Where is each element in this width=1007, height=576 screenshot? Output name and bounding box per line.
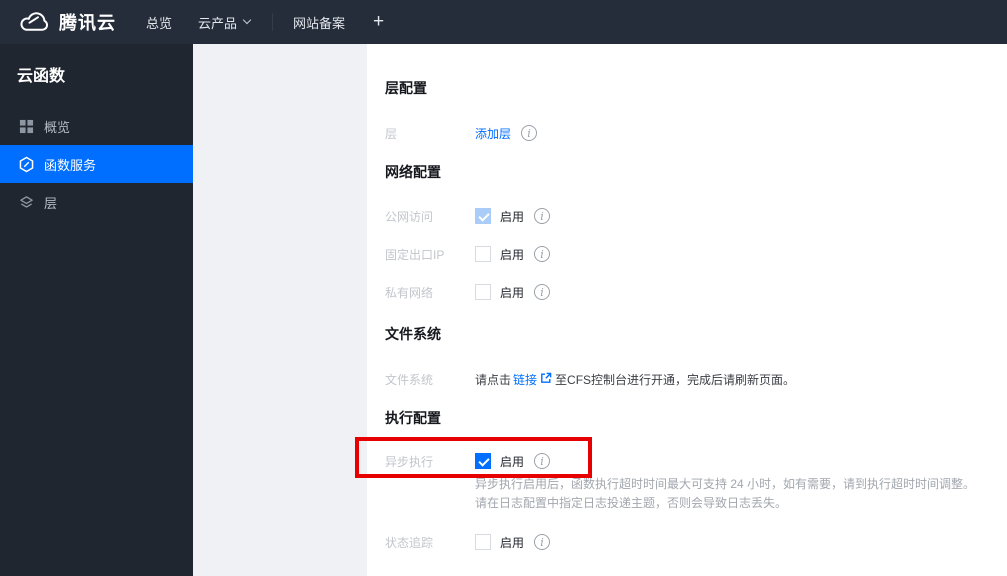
external-link-icon — [540, 372, 552, 387]
public-network-checkbox[interactable] — [475, 208, 491, 224]
row-private-network: 私有网络 启用 — [385, 282, 551, 302]
row-status-tracking: 状态追踪 启用 — [385, 532, 551, 552]
async-execution-description: 异步执行启用后，函数执行超时时间最大可支持 24 小时，如有需要，请到执行超时时… — [475, 475, 1000, 513]
enable-label: 启用 — [500, 247, 525, 262]
description-line: 异步执行启用后，函数执行超时时间最大可支持 24 小时，如有需要，请到执行超时时… — [475, 477, 976, 491]
status-tracking-checkbox[interactable] — [475, 534, 491, 550]
page-background-gutter — [193, 44, 367, 576]
nav-icp-filing[interactable]: 网站备案 — [293, 13, 345, 32]
tencent-cloud-logo[interactable]: 腾讯云 — [18, 9, 116, 35]
cloud-logo-icon — [18, 10, 51, 35]
sidebar: 云函数 概览 函数服务 层 — [0, 44, 193, 576]
top-navbar: 腾讯云 总览 云产品 网站备案 + — [0, 0, 1007, 44]
sidebar-item-label: 函数服务 — [44, 157, 97, 173]
enable-label: 启用 — [500, 454, 525, 469]
sidebar-item-function-service[interactable]: 函数服务 — [0, 145, 193, 183]
function-hexagon-icon — [17, 155, 35, 173]
nav-overview[interactable]: 总览 — [146, 13, 172, 32]
section-title-file-system: 文件系统 — [385, 326, 441, 342]
sidebar-item-label: 概览 — [44, 119, 71, 135]
row-fixed-outbound-ip: 固定出口IP 启用 — [385, 244, 551, 264]
row-label: 文件系统 — [385, 372, 434, 387]
row-public-network: 公网访问 启用 — [385, 206, 551, 226]
hint-text-after: 至CFS控制台进行开通，完成后请刷新页面。 — [555, 372, 796, 387]
info-icon[interactable] — [521, 125, 538, 141]
brand-name: 腾讯云 — [59, 13, 116, 33]
chevron-down-icon — [242, 15, 252, 25]
enable-label: 启用 — [500, 535, 525, 550]
sidebar-item-layers[interactable]: 层 — [0, 183, 193, 221]
enable-label: 启用 — [500, 285, 525, 300]
add-layer-link[interactable]: 添加层 — [475, 125, 511, 142]
nav-add-button[interactable]: + — [373, 11, 384, 33]
fixed-outbound-ip-checkbox[interactable] — [475, 246, 491, 262]
info-icon[interactable] — [534, 246, 551, 262]
cfs-console-link[interactable]: 链接 — [513, 371, 537, 388]
info-icon[interactable] — [534, 453, 551, 469]
row-label: 公网访问 — [385, 209, 434, 224]
grid-icon — [17, 117, 35, 135]
section-title-layer-config: 层配置 — [385, 80, 427, 96]
description-line: 请在日志配置中指定日志投递主题，否则会导致日志丢失。 — [475, 496, 788, 510]
async-execution-checkbox[interactable] — [475, 453, 491, 469]
sidebar-item-overview[interactable]: 概览 — [0, 107, 193, 145]
settings-panel: 层配置 层 添加层 网络配置 公网访问 启用 固定出口IP 启用 私有网络 启用… — [367, 44, 1007, 576]
row-label: 私有网络 — [385, 285, 434, 300]
row-label: 层 — [385, 126, 398, 141]
hint-text-before: 请点击 — [475, 372, 512, 387]
row-label: 固定出口IP — [385, 247, 445, 262]
sidebar-menu: 概览 函数服务 层 — [0, 107, 193, 221]
row-layer: 层 添加层 — [385, 123, 538, 143]
private-network-checkbox[interactable] — [475, 284, 491, 300]
file-system-hint: 请点击 链接 至CFS控制台进行开通，完成后请刷新页面。 — [475, 371, 795, 388]
enable-label: 启用 — [500, 209, 525, 224]
sidebar-item-label: 层 — [44, 195, 58, 211]
row-file-system: 文件系统 请点击 链接 至CFS控制台进行开通，完成后请刷新页面。 — [385, 369, 795, 389]
info-icon[interactable] — [534, 284, 551, 300]
layers-icon — [17, 193, 35, 211]
row-async-execution: 异步执行 启用 — [385, 451, 551, 471]
section-title-execution-config: 执行配置 — [385, 410, 441, 426]
section-title-network-config: 网络配置 — [385, 164, 441, 180]
nav-divider — [272, 13, 274, 31]
nav-cloud-products[interactable]: 云产品 — [198, 13, 252, 32]
info-icon[interactable] — [534, 208, 551, 224]
info-icon[interactable] — [534, 534, 551, 550]
sidebar-title: 云函数 — [17, 68, 66, 85]
row-label: 状态追踪 — [385, 535, 434, 550]
row-label: 异步执行 — [385, 454, 434, 469]
